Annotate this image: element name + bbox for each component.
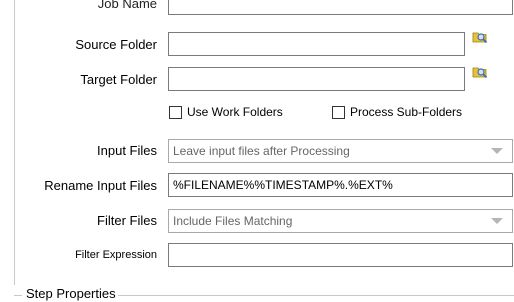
use-work-folders-box[interactable] xyxy=(169,105,182,119)
filter-files-select[interactable]: Include Files Matching xyxy=(168,209,513,233)
group-border-left xyxy=(14,295,22,296)
source-folder-label: Source Folder xyxy=(75,37,157,52)
process-subfolders-box[interactable] xyxy=(332,105,345,119)
target-folder-input[interactable] xyxy=(168,67,465,91)
left-border xyxy=(14,0,15,285)
job-name-input[interactable] xyxy=(168,0,513,15)
rename-input-files-input[interactable]: %FILENAME%%TIMESTAMP%.%EXT% xyxy=(168,173,513,197)
source-folder-browse-icon[interactable] xyxy=(472,29,488,45)
filter-files-label: Filter Files xyxy=(97,213,157,228)
filter-expression-input[interactable] xyxy=(168,243,513,267)
source-folder-input[interactable] xyxy=(168,32,465,56)
use-work-folders-checkbox[interactable]: Use Work Folders xyxy=(169,105,283,119)
input-files-value: Leave input files after Processing xyxy=(173,144,350,158)
chevron-down-icon xyxy=(491,148,503,154)
process-subfolders-checkbox[interactable]: Process Sub-Folders xyxy=(332,105,462,119)
input-files-select[interactable]: Leave input files after Processing xyxy=(168,139,513,163)
step-properties-panel: Job Name Source Folder Target Folder Use… xyxy=(0,0,514,302)
filter-files-value: Include Files Matching xyxy=(173,214,293,228)
target-folder-browse-icon[interactable] xyxy=(472,64,488,80)
target-folder-label: Target Folder xyxy=(80,72,157,87)
chevron-down-icon xyxy=(491,218,503,224)
process-subfolders-label: Process Sub-Folders xyxy=(350,105,463,119)
job-name-label: Job Name xyxy=(97,0,157,11)
step-properties-title: Step Properties xyxy=(24,286,118,301)
group-border-right xyxy=(118,295,514,296)
use-work-folders-label: Use Work Folders xyxy=(187,105,283,119)
filter-expression-label: Filter Expression xyxy=(75,249,157,261)
input-files-label: Input Files xyxy=(97,143,157,158)
rename-input-files-label: Rename Input Files xyxy=(44,178,157,193)
